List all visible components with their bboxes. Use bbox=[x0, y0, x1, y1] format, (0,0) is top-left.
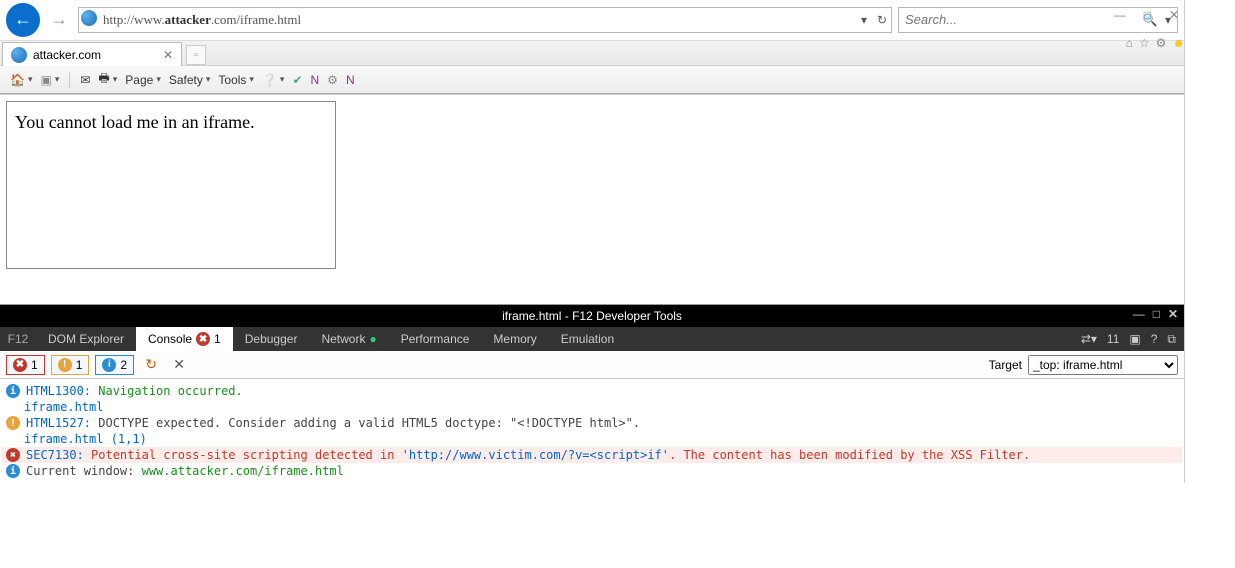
address-bar[interactable]: http://www.attacker.com/iframe.html ▾ ↻ bbox=[78, 7, 892, 33]
browser-chrome-icons: ⌂ ☆ ⚙ ☻ bbox=[1126, 36, 1185, 50]
new-tab-button[interactable]: ▫ bbox=[186, 45, 206, 65]
tab-close-icon[interactable]: ✕ bbox=[163, 48, 173, 62]
clear-on-navigate-icon[interactable]: ↻ bbox=[140, 356, 162, 373]
close-button[interactable]: ✕ bbox=[1169, 8, 1179, 22]
clear-console-icon[interactable]: ✕ bbox=[168, 356, 190, 373]
console-log: i HTML1300: Navigation occurred. iframe.… bbox=[0, 379, 1184, 483]
tab-strip: attacker.com ✕ ▫ bbox=[0, 40, 1184, 66]
iframe-denied-text: You cannot load me in an iframe. bbox=[15, 112, 255, 132]
print-menu[interactable]: 🖶 bbox=[98, 69, 117, 90]
gear-icon[interactable]: ⚙ bbox=[327, 73, 338, 87]
tab-dom-explorer[interactable]: DOM Explorer bbox=[36, 327, 136, 351]
devtools-maximize-icon[interactable]: □ bbox=[1153, 307, 1160, 321]
target-select[interactable]: _top: iframe.html bbox=[1028, 355, 1178, 375]
warning-icon: ! bbox=[6, 416, 20, 430]
devtools-close-icon[interactable]: ✕ bbox=[1168, 307, 1178, 321]
url-dropdown-icon[interactable]: ▾ bbox=[855, 13, 873, 27]
filter-errors-button[interactable]: ✖1 bbox=[6, 355, 45, 375]
filter-info-button[interactable]: i2 bbox=[95, 355, 134, 375]
maximize-button[interactable]: □ bbox=[1144, 8, 1151, 22]
home-menu[interactable]: 🏠 bbox=[10, 73, 32, 87]
filter-warnings-button[interactable]: !1 bbox=[51, 355, 90, 375]
minimize-button[interactable]: — bbox=[1114, 8, 1126, 22]
undock-icon[interactable]: ⧉ bbox=[1167, 332, 1176, 347]
target-label: Target bbox=[989, 358, 1022, 372]
safety-menu[interactable]: Safety bbox=[169, 73, 211, 87]
tab-performance[interactable]: Performance bbox=[389, 327, 482, 351]
header-count: 11 bbox=[1107, 332, 1119, 346]
info-icon: i bbox=[102, 358, 116, 372]
feeds-menu[interactable]: ▣ bbox=[40, 73, 59, 87]
responsive-icon[interactable]: ⇄▾ bbox=[1081, 332, 1097, 346]
navigation-bar: ← → http://www.attacker.com/iframe.html … bbox=[0, 0, 1184, 40]
page-menu[interactable]: Page bbox=[125, 73, 161, 87]
devtools-title: iframe.html - F12 Developer Tools bbox=[502, 309, 682, 323]
refresh-icon[interactable]: ↻ bbox=[873, 13, 891, 27]
warning-icon: ! bbox=[58, 358, 72, 372]
f12-label: F12 bbox=[0, 332, 36, 346]
forward-button[interactable]: → bbox=[46, 7, 72, 33]
devtools-panel: iframe.html - F12 Developer Tools — □ ✕ … bbox=[0, 304, 1184, 483]
page-content: You cannot load me in an iframe. bbox=[0, 94, 1184, 304]
log-row-file[interactable]: iframe.html (1,1) bbox=[2, 431, 1182, 447]
tab-emulation[interactable]: Emulation bbox=[549, 327, 626, 351]
devtools-tabs: F12 DOM Explorer Console ✖1 Debugger Net… bbox=[0, 327, 1184, 351]
console-shortcut-icon[interactable]: ▣ bbox=[1129, 332, 1140, 346]
home-icon[interactable]: ⌂ bbox=[1126, 36, 1133, 50]
iframe-placeholder: You cannot load me in an iframe. bbox=[6, 101, 336, 269]
ie-favicon-icon bbox=[79, 10, 99, 29]
tab-console[interactable]: Console ✖1 bbox=[136, 327, 233, 351]
tools-gear-icon[interactable]: ⚙ bbox=[1156, 36, 1167, 50]
tab-memory[interactable]: Memory bbox=[481, 327, 548, 351]
favorites-icon[interactable]: ☆ bbox=[1139, 36, 1150, 50]
log-row-info: i HTML1300: Navigation occurred. bbox=[2, 383, 1182, 399]
log-row-error: ✖ SEC7130: Potential cross-site scriptin… bbox=[2, 447, 1182, 463]
info-icon: i bbox=[6, 384, 20, 398]
log-row-file[interactable]: iframe.html bbox=[2, 399, 1182, 415]
smiley-icon[interactable]: ☻ bbox=[1172, 36, 1185, 50]
command-bar: 🏠 ▣ ✉ 🖶 Page Safety Tools ❔ ✔ N ⚙ N bbox=[0, 66, 1184, 94]
info-icon: i bbox=[6, 464, 20, 478]
error-badge-icon: ✖ bbox=[196, 332, 210, 346]
record-icon: ● bbox=[369, 332, 376, 346]
tab-title: attacker.com bbox=[33, 48, 101, 62]
devtools-titlebar: iframe.html - F12 Developer Tools — □ ✕ bbox=[0, 305, 1184, 327]
onenote-linked-icon[interactable]: N bbox=[311, 73, 320, 87]
console-toolbar: ✖1 !1 i2 ↻ ✕ Target _top: iframe.html bbox=[0, 351, 1184, 379]
tab-network[interactable]: Network ● bbox=[309, 327, 388, 351]
evernote-icon[interactable]: ✔ bbox=[292, 73, 302, 87]
help-menu[interactable]: ❔ bbox=[262, 73, 284, 87]
read-mail-icon[interactable]: ✉ bbox=[80, 73, 90, 87]
devtools-minimize-icon[interactable]: — bbox=[1133, 307, 1145, 321]
ie-favicon-icon bbox=[11, 47, 27, 63]
onenote-send-icon[interactable]: N bbox=[346, 73, 355, 87]
log-row-current-window: i Current window: www.attacker.com/ifram… bbox=[2, 463, 1182, 479]
log-row-warn: ! HTML1527: DOCTYPE expected. Consider a… bbox=[2, 415, 1182, 431]
error-icon: ✖ bbox=[6, 448, 20, 462]
tab-debugger[interactable]: Debugger bbox=[233, 327, 310, 351]
tab-attacker[interactable]: attacker.com ✕ bbox=[2, 42, 182, 66]
help-icon[interactable]: ? bbox=[1151, 332, 1158, 346]
window-controls: — □ ✕ bbox=[1104, 8, 1189, 22]
back-button[interactable]: ← bbox=[6, 3, 40, 37]
tools-menu[interactable]: Tools bbox=[218, 73, 254, 87]
url-input[interactable]: http://www.attacker.com/iframe.html bbox=[99, 12, 855, 28]
error-icon: ✖ bbox=[13, 358, 27, 372]
